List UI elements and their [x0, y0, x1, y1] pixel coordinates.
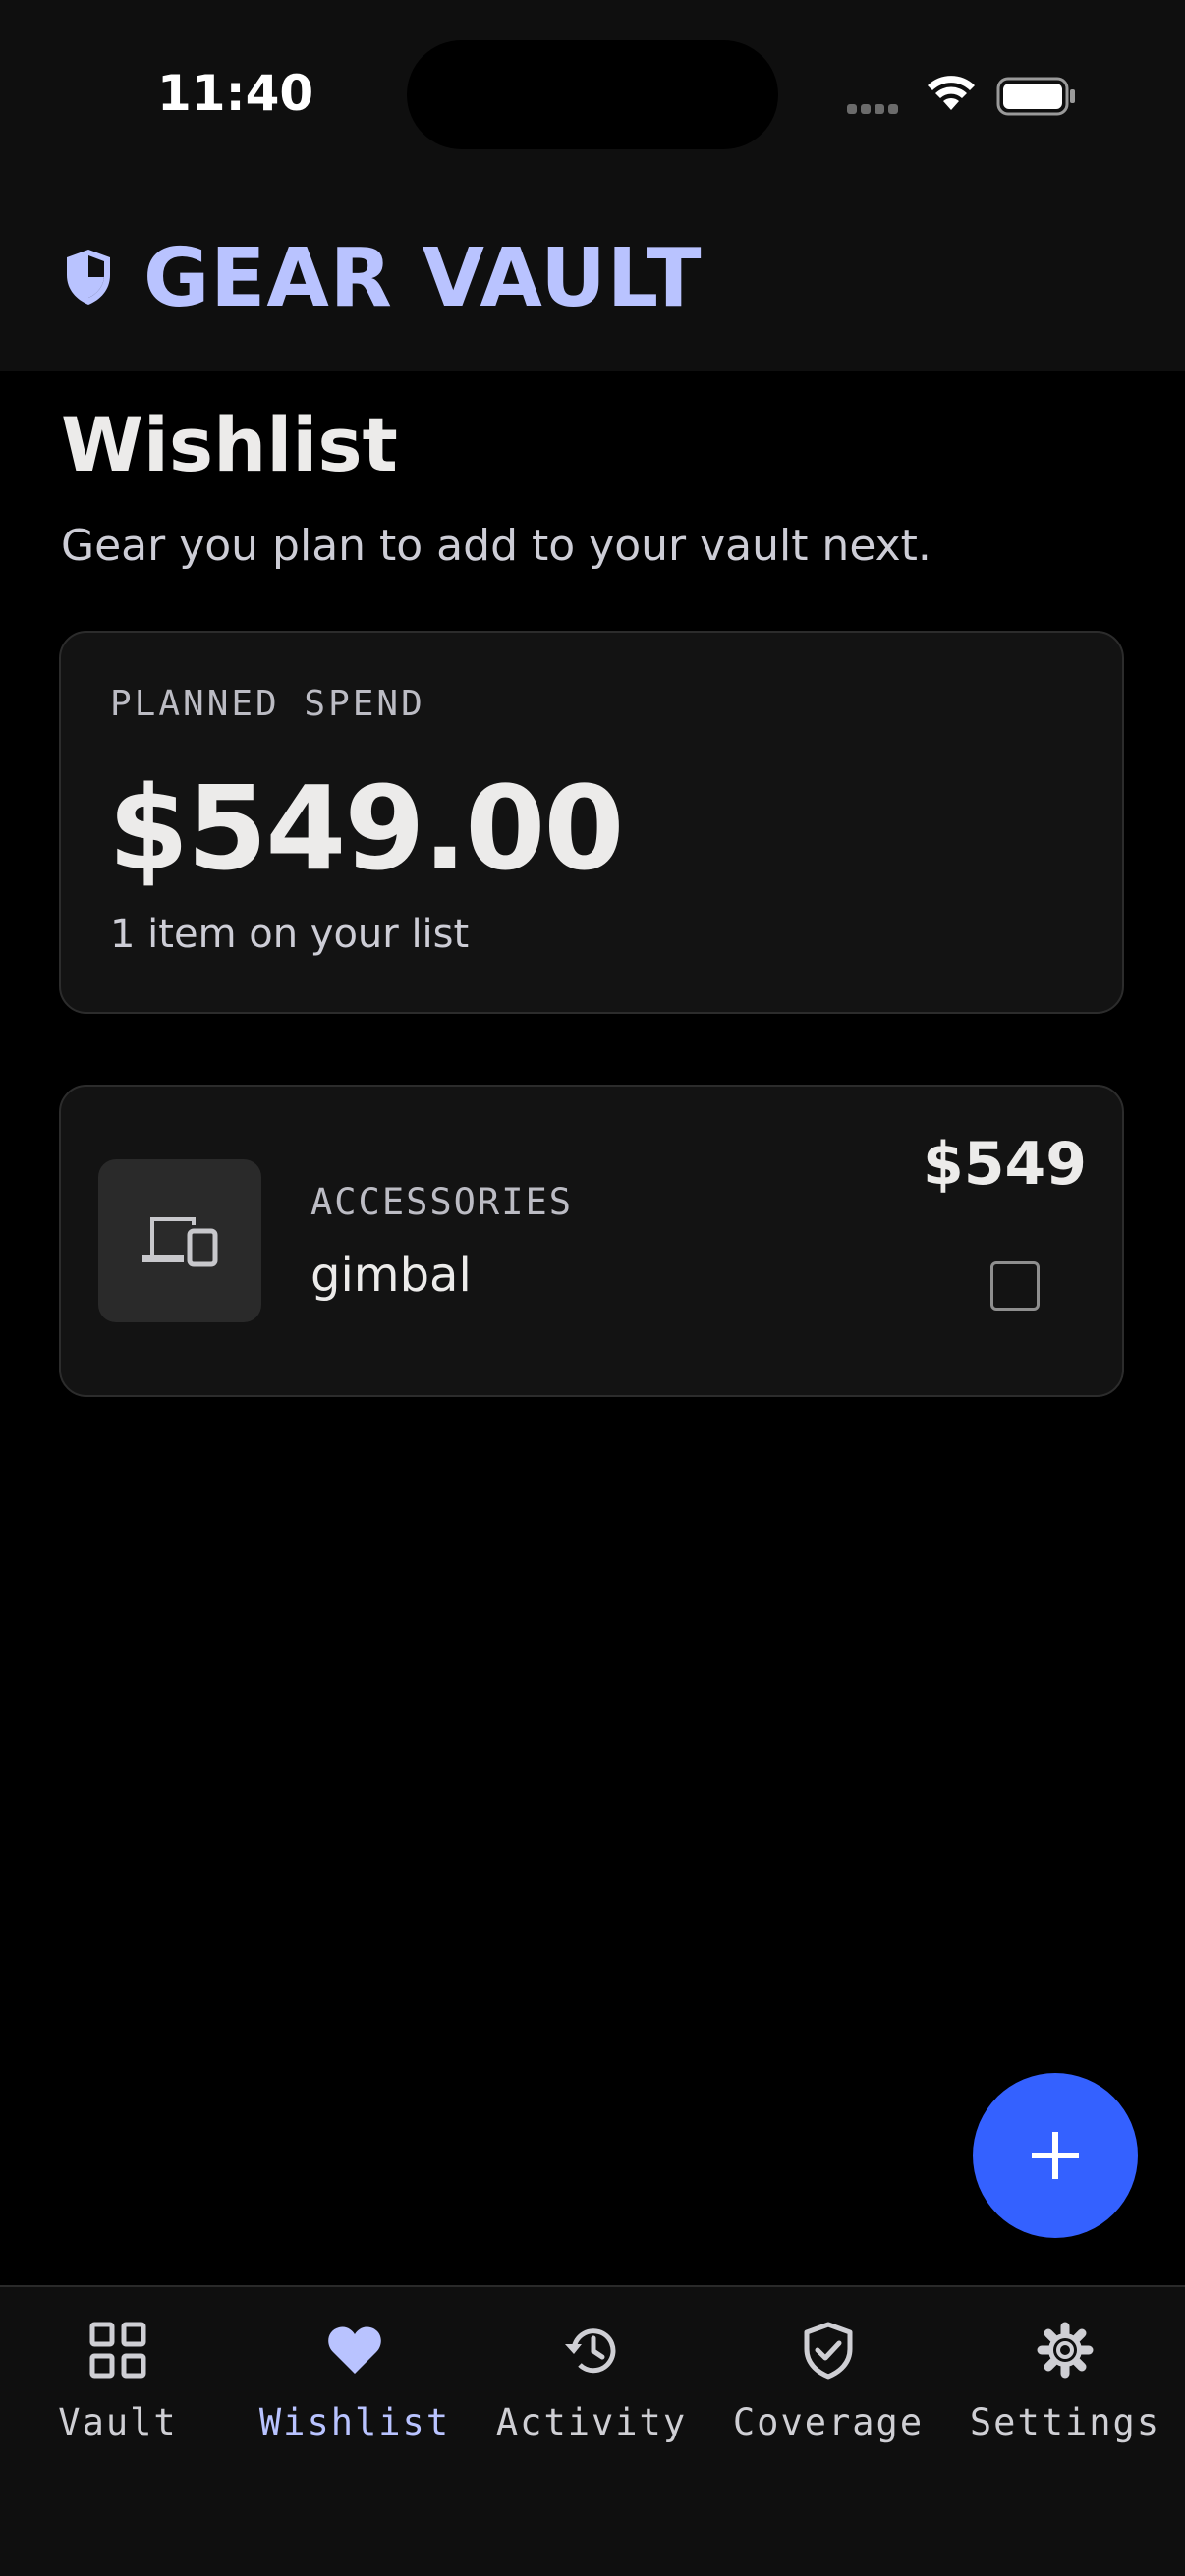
tab-vault-label: Vault [58, 2401, 178, 2443]
item-count: 1 item on your list [110, 912, 470, 957]
battery-icon [996, 77, 1075, 116]
add-item-button[interactable] [973, 2073, 1138, 2238]
tab-settings[interactable]: Settings [947, 2287, 1183, 2464]
shield-check-icon [804, 2322, 853, 2380]
planned-spend-label: PLANNED SPEND [110, 684, 425, 724]
planned-spend-card: PLANNED SPEND $549.00 1 item on your lis… [59, 631, 1124, 1014]
wifi-icon [928, 76, 975, 110]
tab-wishlist-label: Wishlist [258, 2401, 451, 2443]
tab-activity[interactable]: Activity [474, 2287, 709, 2464]
grid-icon [89, 2322, 146, 2379]
tab-wishlist[interactable]: Wishlist [237, 2287, 473, 2464]
heart-icon [328, 2326, 381, 2374]
status-time: 11:40 [157, 65, 314, 122]
status-bar: 11:40 [0, 0, 1185, 193]
item-price: $549 [923, 1130, 1087, 1199]
tab-vault[interactable]: Vault [0, 2287, 236, 2464]
item-thumbnail [98, 1159, 261, 1322]
plus-icon [1032, 2132, 1079, 2179]
tab-activity-label: Activity [495, 2401, 688, 2443]
dynamic-island [407, 40, 778, 149]
tab-settings-label: Settings [969, 2401, 1161, 2443]
tab-coverage[interactable]: Coverage [710, 2287, 946, 2464]
shield-icon [67, 250, 110, 305]
app-title: GEAR VAULT [143, 232, 703, 325]
page-subtitle: Gear you plan to add to your vault next. [61, 521, 931, 571]
planned-spend-amount: $549.00 [108, 760, 624, 896]
bottom-tab-bar: Vault Wishlist Activity Coverage Setting… [0, 2285, 1185, 2576]
gear-icon [1037, 2322, 1094, 2379]
page-title: Wishlist [61, 401, 398, 488]
purchased-checkbox[interactable] [990, 1261, 1040, 1311]
app-bar: GEAR VAULT [0, 193, 1185, 371]
item-category: ACCESSORIES [310, 1181, 574, 1223]
history-icon [565, 2328, 616, 2374]
item-name: gimbal [310, 1248, 472, 1303]
tab-coverage-label: Coverage [732, 2401, 925, 2443]
devices-icon [142, 1217, 218, 1267]
wishlist-item[interactable]: ACCESSORIES gimbal $549 [59, 1085, 1124, 1397]
